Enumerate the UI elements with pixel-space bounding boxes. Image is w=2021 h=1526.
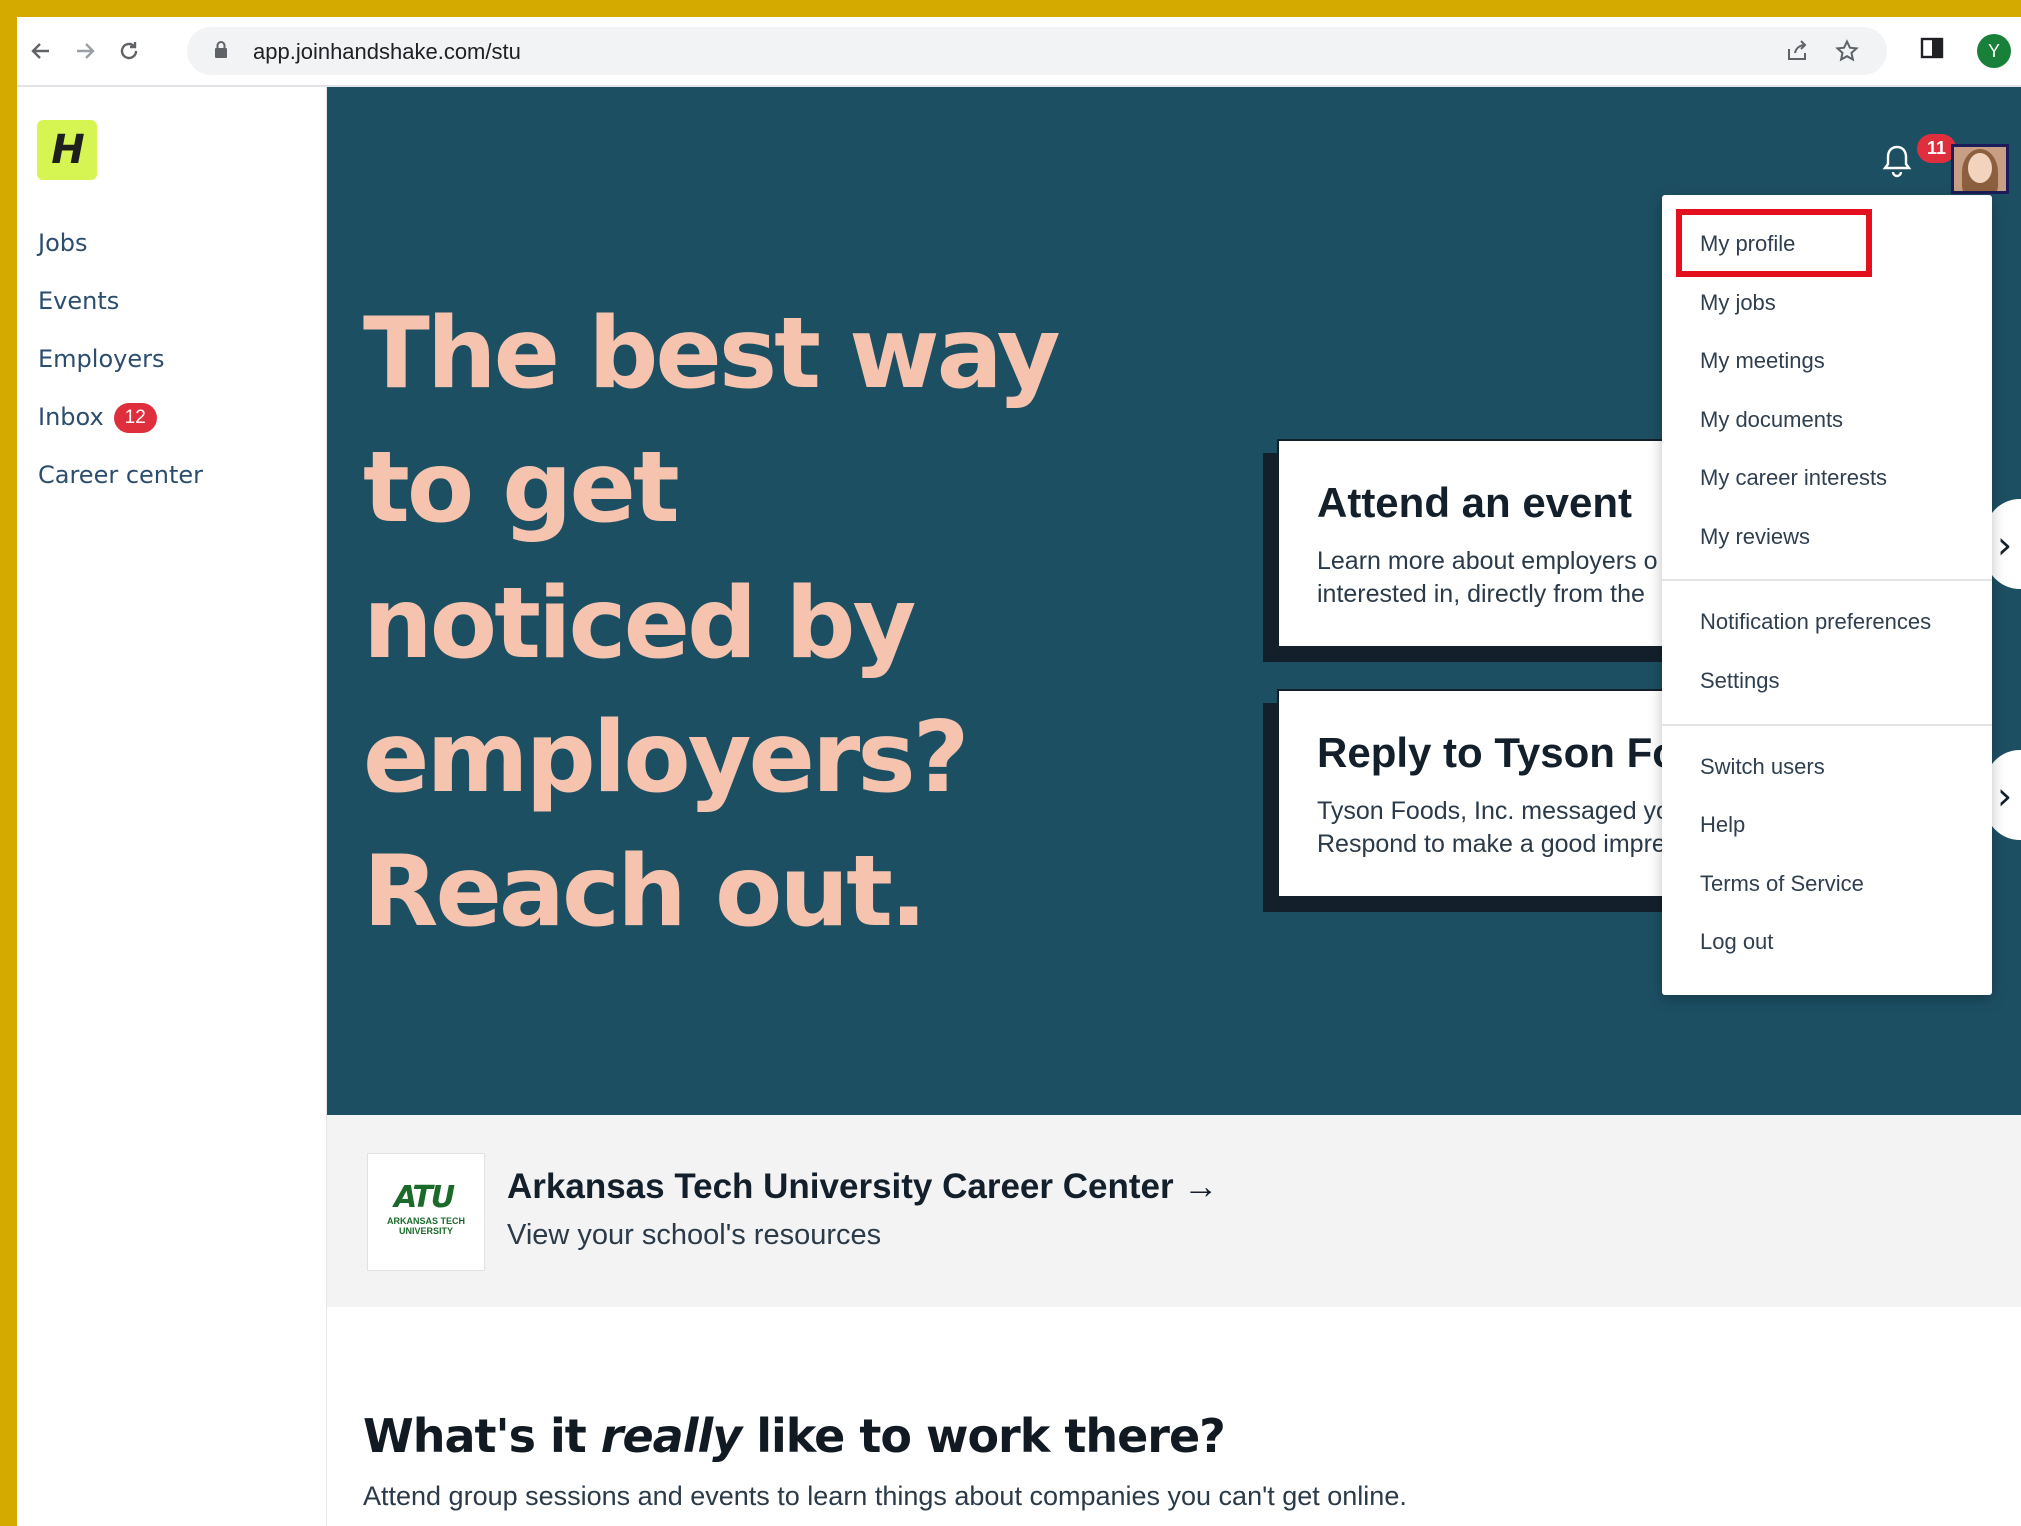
share-icon[interactable] [1785, 39, 1809, 68]
menu-divider [1662, 579, 1992, 581]
menu-item-help[interactable]: Help [1700, 812, 1745, 838]
sidebar-item-inbox[interactable]: Inbox 12 [38, 403, 157, 433]
handshake-logo[interactable]: H [37, 120, 97, 180]
hero-headline-line-1: The best way [363, 297, 1061, 411]
menu-item-my-jobs[interactable]: My jobs [1700, 290, 1776, 316]
menu-item-terms-of-service[interactable]: Terms of Service [1700, 871, 1864, 897]
atu-logo: ATU ARKANSAS TECH UNIVERSITY [367, 1153, 485, 1271]
chevron-right-icon: › [1997, 774, 2013, 818]
section-title-emphasis: really [600, 1409, 742, 1463]
sidebar-item-label: Career center [38, 461, 204, 489]
section-title-part: What's it [363, 1409, 601, 1463]
menu-divider [1662, 724, 1992, 726]
menu-item-settings[interactable]: Settings [1700, 668, 1780, 694]
card-desc-line: interested in, directly from the [1317, 580, 1645, 608]
events-section: What's it really like to work there? Att… [327, 1307, 2021, 1526]
address-bar[interactable]: app.joinhandshake.com/stu [187, 27, 1887, 75]
sidebar-item-label: Events [38, 287, 120, 315]
menu-item-my-profile[interactable]: My profile [1700, 231, 1795, 257]
menu-item-my-reviews[interactable]: My reviews [1700, 524, 1810, 550]
card-title: Reply to Tyson Fo [1317, 729, 1678, 776]
atu-logo-text: ATU [394, 1180, 455, 1215]
hero-headline-line-3: noticed by [363, 567, 916, 681]
user-avatar-button[interactable] [1951, 144, 2009, 194]
lock-icon [213, 40, 229, 65]
menu-item-notification-preferences[interactable]: Notification preferences [1700, 609, 1931, 635]
sidebar-item-label: Employers [38, 345, 165, 373]
url-text[interactable]: app.joinhandshake.com/stu [253, 39, 521, 65]
bell-icon[interactable] [1881, 143, 1913, 184]
career-center-link[interactable]: Arkansas Tech University Career Center → [507, 1167, 1218, 1207]
menu-item-my-career-interests[interactable]: My career interests [1700, 465, 1887, 491]
logo-text: H [51, 127, 85, 173]
atu-logo-subtext: ARKANSAS TECH UNIVERSITY [386, 1216, 465, 1236]
browser-toolbar: app.joinhandshake.com/stu Y [17, 17, 2021, 87]
card-description: Tyson Foods, Inc. messaged yo Respond to… [1317, 795, 1670, 861]
sidebar-item-jobs[interactable]: Jobs [38, 229, 88, 257]
menu-item-my-documents[interactable]: My documents [1700, 407, 1843, 433]
side-panel-icon[interactable] [1919, 35, 1945, 66]
section-subtitle: Attend group sessions and events to lear… [363, 1481, 1407, 1511]
career-center-subtitle: View your school's resources [507, 1219, 882, 1251]
section-title: What's it really like to work there? [363, 1409, 1226, 1463]
menu-item-switch-users[interactable]: Switch users [1700, 754, 1825, 780]
hero-headline-line-4: employers? [363, 701, 970, 815]
sidebar-item-events[interactable]: Events [38, 287, 119, 315]
hero-headline-line-5: Reach out. [363, 835, 927, 949]
inbox-count-badge: 12 [113, 403, 157, 433]
back-icon[interactable] [25, 35, 57, 67]
avatar-face-shape [1968, 153, 1992, 183]
section-title-part: like to work there? [741, 1409, 1226, 1463]
sidebar-item-career-center[interactable]: Career center [38, 461, 203, 489]
hero-headline-line-2: to get [363, 431, 680, 545]
menu-item-log-out[interactable]: Log out [1700, 929, 1773, 955]
sidebar-item-label: Inbox [38, 403, 104, 431]
menu-item-my-meetings[interactable]: My meetings [1700, 348, 1825, 374]
browser-profile-avatar[interactable]: Y [1977, 34, 2011, 68]
sidebar-item-label: Jobs [38, 229, 88, 257]
chevron-right-icon: › [1997, 523, 2013, 567]
card-description: Learn more about employers o interested … [1317, 545, 1657, 611]
career-center-banner[interactable]: ATU ARKANSAS TECH UNIVERSITY Arkansas Te… [327, 1115, 2021, 1307]
account-dropdown-menu: My profile My jobs My meetings My docume… [1662, 195, 1992, 995]
card-title: Attend an event [1317, 479, 1633, 526]
browser-window: app.joinhandshake.com/stu Y H Jobs Event… [17, 17, 2021, 1526]
reload-icon[interactable] [113, 35, 145, 67]
bookmark-star-icon[interactable] [1835, 39, 1859, 68]
card-desc-line: Respond to make a good impre [1317, 830, 1666, 858]
sidebar-item-employers[interactable]: Employers [38, 345, 164, 373]
forward-icon[interactable] [69, 35, 101, 67]
card-desc-line: Tyson Foods, Inc. messaged yo [1317, 797, 1670, 825]
card-desc-line: Learn more about employers o [1317, 547, 1658, 575]
